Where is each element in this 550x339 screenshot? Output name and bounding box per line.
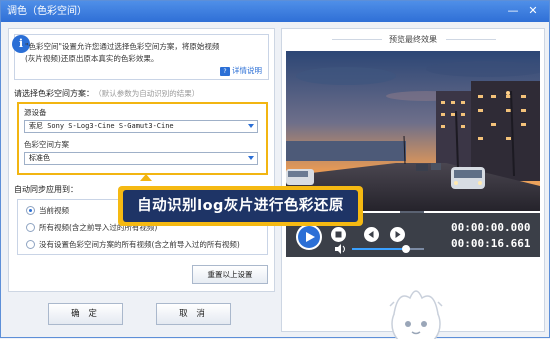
scheme-heading: 请选择色彩空间方案： （默认参数为自动识别的结果） <box>14 88 199 99</box>
stop-icon <box>331 227 346 242</box>
sync-option-current[interactable]: 当前视频 <box>26 205 69 216</box>
detail-link-label: 详情说明 <box>232 66 262 75</box>
chevron-down-icon <box>248 156 254 160</box>
settings-panel: i "色彩空间"设置允许您通过选择色彩空间方案，将原始视频 (灰片视频)还原出原… <box>8 28 275 292</box>
chevron-down-icon <box>248 124 254 128</box>
prev-frame-button[interactable] <box>364 227 379 242</box>
scheme-highlight-box: 源设备 索尼 Sony S-Log3-Cine S-Gamut3-Cine 色彩… <box>17 102 268 175</box>
help-icon: ? <box>220 67 230 76</box>
space-label: 色彩空间方案 <box>24 140 69 149</box>
volume-knob[interactable] <box>402 245 410 253</box>
title-bar: 调色（色彩空间） <box>1 1 549 22</box>
sync-option-label: 当前视频 <box>39 206 69 215</box>
minimize-button[interactable]: — <box>506 4 520 18</box>
info-line-1: "色彩空间"设置允许您通过选择色彩空间方案，将原始视频 <box>25 42 220 51</box>
radio-icon <box>26 223 35 232</box>
detail-link[interactable]: ? 详情说明 <box>220 65 262 76</box>
feature-callout: 自动识别log灰片进行色彩还原 <box>118 186 363 226</box>
total-time: 00:00:16.661 <box>451 237 531 250</box>
play-button[interactable] <box>296 224 322 250</box>
mascot-illustration <box>389 290 443 339</box>
stop-button[interactable] <box>331 227 346 242</box>
highlight-pointer <box>140 174 152 181</box>
radio-selected-icon <box>26 206 35 215</box>
sync-option-label: 没有设置色彩空间方案的所有视频(含之前导入过的所有视频) <box>39 240 240 249</box>
callout-text: 自动识别log灰片进行色彩还原 <box>123 190 358 222</box>
device-select-value: 索尼 Sony S-Log3-Cine S-Gamut3-Cine <box>29 122 174 130</box>
play-icon <box>298 226 320 248</box>
color-space-select-value: 标准色 <box>29 154 50 162</box>
scheme-hint: （默认参数为自动识别的结果） <box>98 89 200 98</box>
device-label: 源设备 <box>24 108 47 117</box>
close-button[interactable]: ✕ <box>526 4 540 18</box>
info-text: "色彩空间"设置允许您通过选择色彩空间方案，将原始视频 (灰片视频)还原出原本真… <box>25 41 265 65</box>
scheme-label: 请选择色彩空间方案： <box>14 89 94 98</box>
volume-icon[interactable] <box>335 244 347 254</box>
device-select[interactable]: 索尼 Sony S-Log3-Cine S-Gamut3-Cine <box>24 120 258 133</box>
cancel-button[interactable]: 取 消 <box>156 303 231 325</box>
info-box: i "色彩空间"设置允许您通过选择色彩空间方案，将原始视频 (灰片视频)还原出原… <box>12 34 269 80</box>
window-title: 调色（色彩空间） <box>7 6 87 17</box>
rewind-icon <box>364 227 379 242</box>
sync-option-unset[interactable]: 没有设置色彩空间方案的所有视频(含之前导入过的所有视频) <box>26 239 240 250</box>
reset-button[interactable]: 重置以上设置 <box>192 265 268 284</box>
color-space-dialog: 调色（色彩空间） — ✕ i "色彩空间"设置允许您通过选择色彩空间方案，将原始… <box>0 0 550 339</box>
volume-level <box>352 248 406 250</box>
forward-icon <box>390 227 405 242</box>
next-frame-button[interactable] <box>390 227 405 242</box>
preview-title: 预览最终效果 <box>389 35 437 44</box>
ok-button[interactable]: 确 定 <box>48 303 123 325</box>
current-time: 00:00:00.000 <box>451 221 531 234</box>
volume-slider[interactable] <box>352 245 424 253</box>
divider <box>446 39 496 40</box>
radio-icon <box>26 240 35 249</box>
sync-label: 自动同步应用到： <box>14 185 78 194</box>
info-line-2: (灰片视频)还原出原本真实的色彩效果。 <box>25 54 159 63</box>
color-space-select[interactable]: 标准色 <box>24 152 258 165</box>
